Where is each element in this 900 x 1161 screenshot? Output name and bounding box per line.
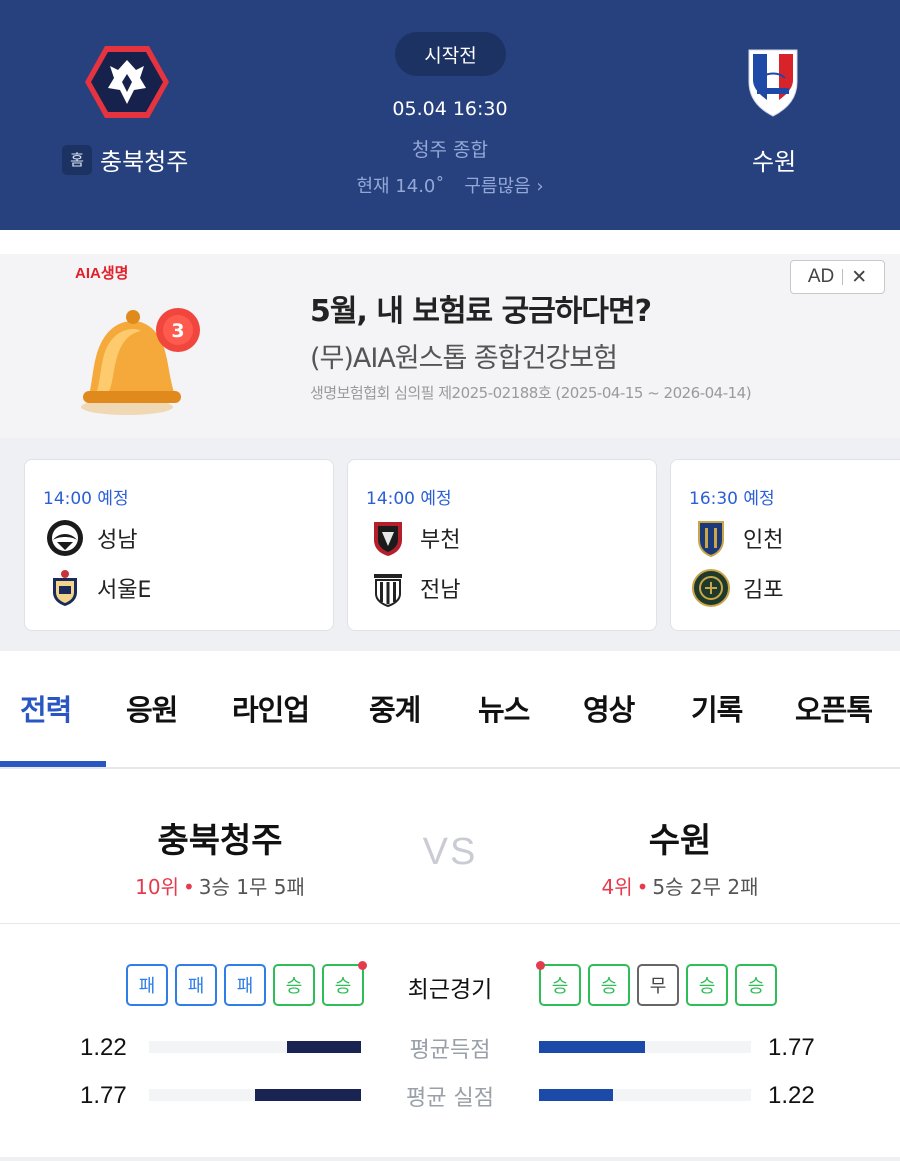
game-team: 성남 [45, 518, 137, 558]
weather-temp: 현재 14.0˚ [356, 176, 445, 197]
form-result: 승 [735, 964, 777, 1006]
team-name: 부천 [420, 528, 461, 553]
vs-label: VS [422, 831, 478, 873]
game-team: 부천 [368, 518, 460, 558]
away-avg-conceded: 1.22 [768, 1082, 815, 1109]
ad-title: 5월, 내 보험료 궁금하다면? [310, 294, 652, 329]
home-rank: 10위 [135, 875, 179, 899]
separator-dot: • [182, 875, 195, 899]
suwon-logo-icon[interactable] [747, 48, 799, 118]
game-time: 16:30 예정 [689, 489, 775, 509]
game-card[interactable]: 14:00 예정 성남 서울E [24, 459, 334, 631]
home-team-title: 충북청주 [157, 821, 283, 861]
team-name: 전남 [420, 578, 461, 603]
game-time: 14:00 예정 [43, 489, 129, 509]
away-wdl: 5승 2무 2패 [652, 875, 759, 899]
game-card[interactable]: 16:30 예정 인천 김포 [670, 459, 900, 631]
bar-fill [539, 1089, 614, 1101]
tab-power[interactable]: 전력 [20, 687, 72, 729]
form-result: 무 [637, 964, 679, 1006]
bell-icon: 3 [81, 308, 200, 415]
tab-records[interactable]: 기록 [691, 687, 743, 729]
away-team-name[interactable]: 수원 [752, 142, 796, 177]
form-result: 승 [588, 964, 630, 1006]
form-result: 패 [126, 964, 168, 1006]
tab-cheer[interactable]: 응원 [126, 687, 178, 729]
active-tab-indicator [0, 761, 106, 767]
incheon-logo-icon [698, 521, 724, 558]
ad-banner[interactable]: AIA생명 3 AD ✕ 5월, 내 보험료 궁금하다면? (무)AIA원스톱 … [0, 254, 900, 438]
avg-conceded-label: 평균 실점 [406, 1086, 494, 1111]
form-result: 승 [536, 961, 581, 1006]
separator-dot: • [636, 875, 649, 899]
form-result: 승 [273, 964, 315, 1006]
bell-count: 3 [171, 320, 184, 342]
ad-brand-logo: AIA생명 [75, 265, 129, 282]
bar-fill [539, 1041, 645, 1053]
avg-goals-label: 평균득점 [409, 1038, 491, 1063]
form-result: 패 [175, 964, 217, 1006]
game-team: 서울E [45, 568, 151, 608]
form-result: 승 [322, 961, 367, 1006]
tab-opentalk[interactable]: 오픈톡 [795, 687, 873, 729]
game-team: 김포 [691, 568, 783, 608]
content-tabs: 전력 응원 라인업 중계 뉴스 영상 기록 오픈톡 [0, 651, 900, 769]
form-result: 패 [224, 964, 266, 1006]
bucheon-logo-icon [374, 522, 402, 556]
section-divider [0, 1157, 900, 1161]
match-header: 홈 충북청주 시작전 05.04 16:30 청주 종합 현재 14.0˚ 구름… [0, 0, 900, 230]
home-wdl: 3승 1무 5패 [198, 875, 305, 899]
home-avg-goals-bar [149, 1041, 361, 1053]
form-result: 승 [686, 964, 728, 1006]
close-icon: ✕ [851, 266, 868, 288]
home-team-record: 10위 • 3승 1무 5패 [80, 871, 360, 900]
game-team: 인천 [691, 518, 783, 558]
latest-match-dot [536, 961, 545, 970]
jeonnam-logo-icon [374, 574, 402, 608]
tab-video[interactable]: 영상 [583, 687, 635, 729]
home-avg-goals: 1.22 [80, 1034, 127, 1061]
home-recent-form: 패 패 패 승 승 [126, 961, 367, 1006]
away-avg-goals-bar [539, 1041, 751, 1053]
tab-broadcast[interactable]: 중계 [369, 687, 421, 729]
away-rank: 4위 [601, 875, 633, 899]
team-name: 김포 [743, 578, 784, 603]
game-time: 14:00 예정 [366, 489, 452, 509]
game-card[interactable]: 14:00 예정 부천 전남 [347, 459, 657, 631]
away-recent-form: 승 승 무 승 승 [536, 961, 777, 1006]
match-status-badge: 시작전 [395, 32, 506, 76]
other-games-carousel[interactable]: 14:00 예정 성남 서울E 14:00 예정 부천 전남 16:30 예정 … [0, 438, 900, 651]
ad-disclaimer: 생명보험협회 심의필 제2025-02188호 (2025-04-15 ~ 20… [310, 384, 752, 402]
tab-news[interactable]: 뉴스 [478, 687, 530, 729]
away-avg-conceded-bar [539, 1089, 751, 1101]
ad-separator [842, 269, 844, 285]
latest-match-dot [358, 961, 367, 970]
game-team: 전남 [368, 568, 460, 608]
matchup-summary: 충북청주 VS 수원 10위 • 3승 1무 5패 4위 • 5승 2무 2패 [0, 769, 900, 924]
home-avg-conceded: 1.77 [80, 1082, 127, 1109]
away-avg-goals: 1.77 [768, 1034, 815, 1061]
tab-lineup[interactable]: 라인업 [232, 687, 310, 729]
ad-label: AD [807, 266, 835, 287]
recent-form-label: 최근경기 [407, 977, 493, 1003]
seoul-e-logo-icon [53, 570, 77, 606]
gimpo-logo-icon [692, 569, 730, 607]
team-name: 서울E [97, 578, 152, 603]
bar-fill [286, 1041, 361, 1053]
away-team-title: 수원 [648, 821, 712, 861]
home-avg-conceded-bar [149, 1089, 361, 1101]
bar-fill [255, 1089, 361, 1101]
seongnam-logo-icon [47, 520, 83, 556]
away-team-record: 4위 • 5승 2무 2패 [540, 871, 820, 900]
ad-subtitle: (무)AIA원스톱 종합건강보험 [310, 343, 618, 374]
ad-close-button[interactable]: AD ✕ [790, 260, 885, 294]
weather-desc: 구름많음 › [464, 176, 544, 197]
team-name: 성남 [97, 528, 138, 553]
team-name: 인천 [743, 528, 784, 553]
